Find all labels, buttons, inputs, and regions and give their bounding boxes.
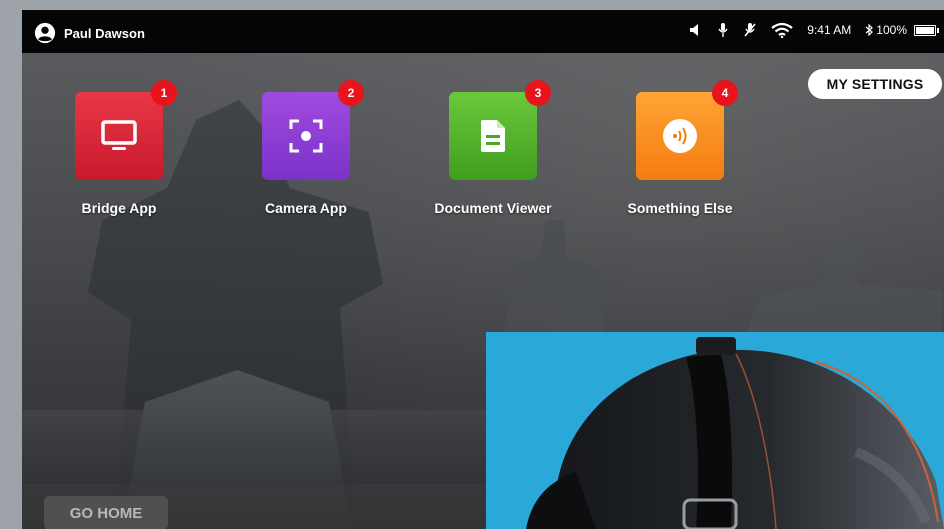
distant-ship-right [742,241,942,340]
user-profile[interactable]: Paul Dawson [34,22,145,44]
app-something-else[interactable]: 4 Something Else [600,80,760,216]
status-bar: Paul Dawson 9:41 AM 100% [22,10,944,53]
clock-time: 9:41 AM [807,23,852,37]
bluetooth-icon [865,24,874,36]
notification-badge: 2 [338,80,364,106]
account-circle-icon [34,22,56,44]
app-tile[interactable]: 1 [75,80,177,180]
tablet-screen: Paul Dawson 9:41 AM 100% MY SETTINGS 1 B… [22,10,944,529]
go-home-button[interactable]: GO HOME [44,496,168,529]
app-label: Something Else [627,200,733,216]
microphone-icon[interactable] [717,22,729,38]
battery-status: 100% [865,23,939,37]
app-label: Document Viewer [434,200,552,216]
microphone-off-icon[interactable] [743,22,757,38]
notification-badge: 3 [525,80,551,106]
wifi-icon[interactable] [771,22,793,38]
my-settings-button[interactable]: MY SETTINGS [808,69,942,99]
distant-ship [504,220,606,340]
notification-badge: 1 [151,80,177,106]
app-label: Bridge App [81,200,157,216]
app-tile[interactable]: 3 [449,80,551,180]
signal-waves-icon [663,119,697,153]
battery-icon [914,24,939,36]
camera-focus-icon [289,119,323,153]
app-tile[interactable]: 2 [262,80,364,180]
app-camera[interactable]: 2 Camera App [226,80,386,216]
cap-illustration [526,337,944,529]
speaker-icon[interactable] [689,23,703,37]
monitor-icon [101,120,137,150]
notification-badge: 4 [712,80,738,106]
app-label: Camera App [265,200,347,216]
status-indicators: 9:41 AM 100% [689,22,939,38]
app-document-viewer[interactable]: 3 Document Viewer [413,80,573,216]
user-name: Paul Dawson [64,25,145,41]
app-tile[interactable]: 4 [636,80,738,180]
battery-percent: 100% [876,23,907,37]
cap-photo-overlay [486,332,944,529]
document-icon [481,120,505,152]
app-bridge[interactable]: 1 Bridge App [39,80,199,216]
